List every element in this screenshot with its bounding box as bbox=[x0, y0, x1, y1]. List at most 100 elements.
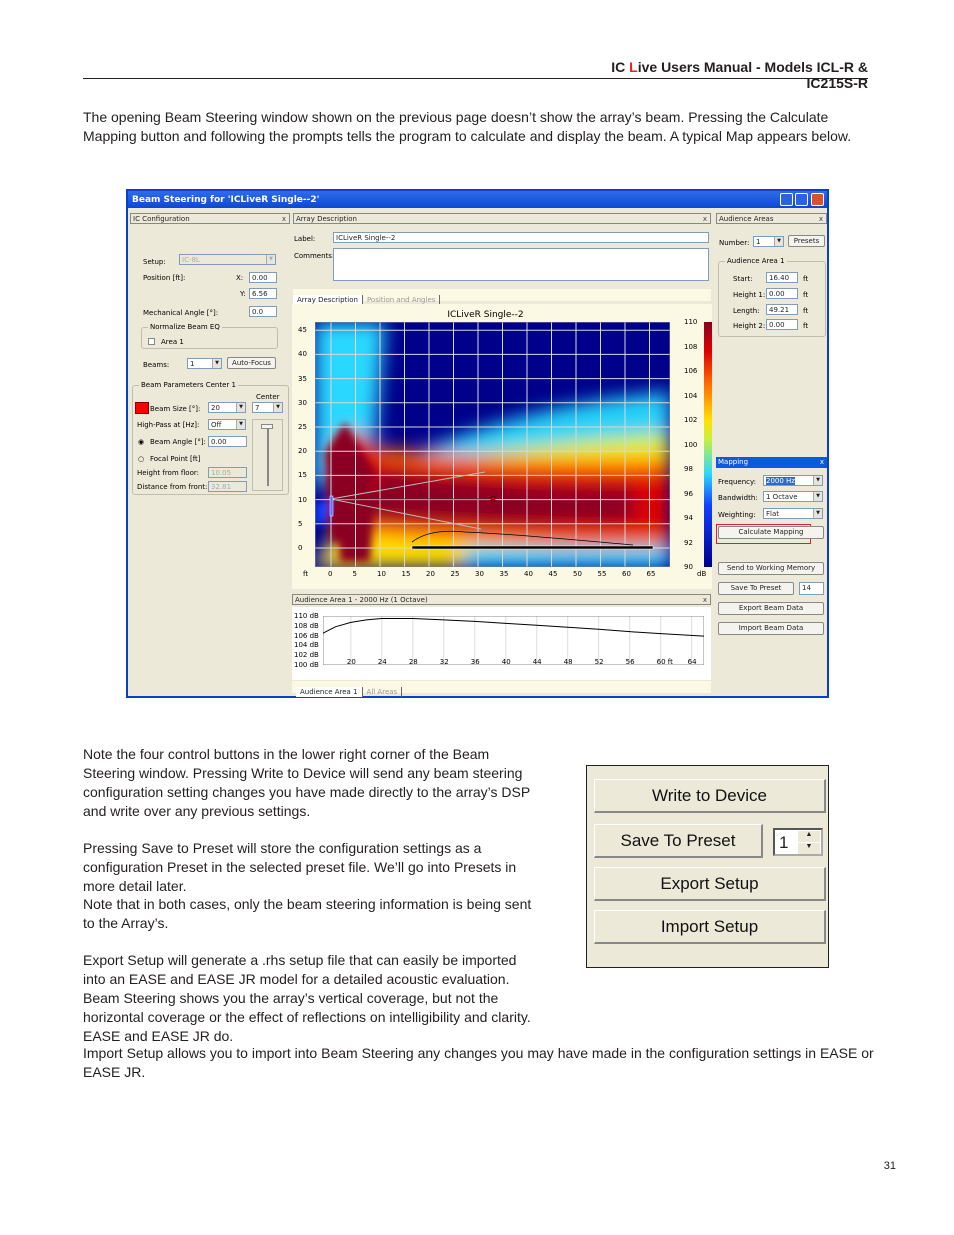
bandwidth-label: Bandwidth: bbox=[718, 494, 758, 502]
audience-plot-tabs: Audience Area 1 All Areas bbox=[292, 681, 711, 697]
spin-down-icon[interactable]: ▼ bbox=[798, 843, 820, 854]
close-button[interactable] bbox=[811, 193, 824, 206]
preset-spinner[interactable]: 1 ▲ ▼ bbox=[773, 828, 823, 856]
unit-label: ft bbox=[803, 322, 809, 330]
x-tick-label: 64 bbox=[687, 658, 697, 666]
focal-point-marker[interactable] bbox=[490, 496, 496, 502]
array-desc-header: Array Description x bbox=[293, 213, 711, 224]
y-tick-label: 110 dB bbox=[294, 612, 319, 620]
colorbar-tick-label: 108 bbox=[684, 342, 698, 351]
distance-input[interactable]: 32.81 bbox=[208, 481, 247, 492]
beam-color-swatch[interactable] bbox=[135, 402, 149, 414]
beam-size-label: Beam Size [°]: bbox=[150, 405, 201, 413]
beam-angle-radio[interactable]: ◉ bbox=[138, 438, 144, 446]
auto-focus-button[interactable]: Auto-Focus bbox=[227, 357, 276, 369]
comments-textarea[interactable] bbox=[333, 248, 709, 281]
x-tick-label: 25 bbox=[450, 570, 460, 578]
tab-all-areas[interactable]: All Areas bbox=[363, 687, 403, 697]
beam-angle-input[interactable]: 0.00 bbox=[208, 436, 247, 447]
mech-angle-input[interactable]: 0.0 bbox=[249, 306, 277, 317]
frequency-select[interactable]: 2000 Hz ▼ bbox=[763, 475, 823, 486]
colorbar-tick-label: 94 bbox=[684, 514, 693, 522]
y-tick-label: 35 bbox=[298, 374, 307, 383]
y-tick-label: 0 bbox=[298, 544, 303, 552]
close-icon[interactable]: x bbox=[819, 215, 823, 223]
tab-audience-area-1[interactable]: Audience Area 1 bbox=[296, 687, 363, 697]
paragraph-both: Note that in both cases, only the beam s… bbox=[83, 896, 532, 931]
position-label: Position [ft]: bbox=[143, 274, 186, 282]
preset-number-spinner[interactable]: 14 bbox=[799, 582, 824, 595]
y-tick-label: 20 bbox=[298, 447, 307, 456]
close-icon[interactable]: x bbox=[820, 458, 824, 466]
number-label: Number: bbox=[719, 239, 750, 247]
close-icon[interactable]: x bbox=[703, 596, 707, 604]
length-input[interactable]: 49.21 bbox=[766, 304, 798, 315]
focal-point-radio[interactable]: ○ bbox=[138, 455, 144, 463]
colorbar-unit: dB bbox=[697, 570, 707, 578]
presets-button[interactable]: Presets bbox=[788, 235, 825, 247]
setup-label: Setup: bbox=[143, 258, 166, 266]
height-input[interactable]: 10.05 bbox=[208, 467, 247, 478]
weighting-label: Weighting: bbox=[718, 511, 756, 519]
y-tick-label: 25 bbox=[298, 423, 307, 431]
calculate-mapping-button[interactable]: Calculate Mapping bbox=[718, 526, 824, 539]
x-tick-label: 40 bbox=[524, 570, 533, 578]
height2-input[interactable]: 0.00 bbox=[766, 319, 798, 330]
save-to-preset-button[interactable]: Save To Preset bbox=[718, 582, 794, 595]
beams-label: Beams: bbox=[143, 361, 170, 369]
slider-thumb[interactable] bbox=[261, 424, 273, 429]
audience-areas-header: Audience Areas x bbox=[716, 213, 827, 224]
x-input[interactable]: 0.00 bbox=[249, 272, 277, 283]
number-select[interactable]: 1 ▼ bbox=[753, 236, 784, 247]
highpass-select[interactable]: Off ▼ bbox=[208, 419, 246, 430]
label-label: Label: bbox=[294, 235, 316, 243]
audience-area-bar[interactable] bbox=[411, 545, 654, 550]
write-to-device-button[interactable]: Write to Device bbox=[594, 779, 826, 813]
colorbar-tick-label: 102 bbox=[684, 416, 698, 424]
colorbar bbox=[704, 322, 712, 567]
height2-label: Height 2: bbox=[733, 322, 766, 330]
comments-label: Comments: bbox=[294, 252, 335, 260]
label-input[interactable]: ICLiveR Single--2 bbox=[333, 232, 709, 243]
setup-select[interactable]: IC-8L ▼ bbox=[179, 254, 276, 265]
colorbar-tick-label: 98 bbox=[684, 465, 693, 473]
y-label: Y: bbox=[240, 290, 246, 298]
export-beam-data-button[interactable]: Export Beam Data bbox=[718, 602, 824, 615]
bandwidth-select[interactable]: 1 Octave ▼ bbox=[763, 491, 823, 502]
beams-select[interactable]: 1 ▼ bbox=[187, 358, 222, 369]
save-to-preset-button[interactable]: Save To Preset bbox=[594, 824, 763, 858]
y-tick-label: 40 bbox=[298, 350, 307, 359]
minimize-button[interactable] bbox=[780, 193, 793, 206]
beam-size-select[interactable]: 20 ▼ bbox=[208, 402, 246, 413]
array-desc-tabs: Array Description Position and Angles bbox=[293, 289, 711, 305]
mech-angle-label: Mechanical Angle [°]: bbox=[143, 309, 219, 317]
window-titlebar: Beam Steering for 'ICLiveR Single--2' bbox=[128, 191, 827, 208]
import-beam-data-button[interactable]: Import Beam Data bbox=[718, 622, 824, 635]
x-tick-label: 65 bbox=[646, 570, 656, 578]
export-setup-button[interactable]: Export Setup bbox=[594, 867, 826, 901]
y-tick-label: 104 dB bbox=[294, 641, 319, 650]
area-checkbox[interactable] bbox=[148, 338, 155, 345]
x-tick-label: 60 ft bbox=[656, 658, 673, 666]
close-icon[interactable]: x bbox=[282, 215, 286, 223]
height1-input[interactable]: 0.00 bbox=[766, 288, 798, 299]
array-marker[interactable] bbox=[329, 495, 334, 517]
center-select[interactable]: 7 ▼ bbox=[252, 402, 283, 413]
import-setup-button[interactable]: Import Setup bbox=[594, 910, 826, 944]
maximize-button[interactable] bbox=[795, 193, 808, 206]
paragraph-save: Pressing Save to Preset will store the c… bbox=[83, 840, 517, 894]
y-input[interactable]: 6.56 bbox=[249, 288, 277, 299]
start-input[interactable]: 16.40 bbox=[766, 272, 798, 283]
x-tick-label: 15 bbox=[401, 570, 411, 578]
running-header: IC Live Users Manual - Models ICL-R & IC… bbox=[611, 59, 868, 91]
heatmap-plot[interactable] bbox=[315, 322, 670, 567]
weighting-select[interactable]: Flat ▼ bbox=[763, 508, 823, 519]
spin-up-icon[interactable]: ▲ bbox=[798, 831, 820, 842]
center-slider[interactable] bbox=[252, 419, 283, 491]
x-unit-label: ft bbox=[303, 570, 309, 578]
x-tick-label: 56 bbox=[625, 658, 635, 666]
audience-plot-header: Audience Area 1 - 2000 Hz (1 Octave) x bbox=[292, 594, 711, 605]
close-icon[interactable]: x bbox=[703, 215, 707, 223]
paragraph-export: Export Setup will generate a .rhs setup … bbox=[83, 952, 531, 1044]
send-to-working-memory-button[interactable]: Send to Working Memory bbox=[718, 562, 824, 575]
